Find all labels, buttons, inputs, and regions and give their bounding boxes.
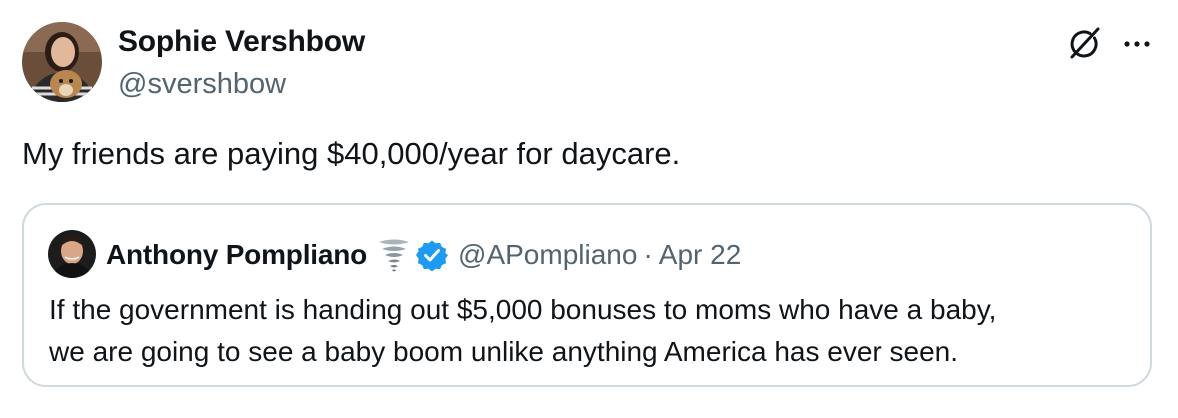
tweet-card[interactable]: Sophie Vershbow @svershbow My friends ar… bbox=[0, 0, 1178, 418]
quoted-tweet[interactable]: Anthony Pompliano @APompliano · Apr 22 I… bbox=[22, 203, 1152, 387]
quoted-author-handle[interactable]: @APompliano bbox=[458, 239, 637, 271]
more-options-icon[interactable] bbox=[1117, 24, 1157, 64]
tweet-text: My friends are paying $40,000/year for d… bbox=[22, 136, 681, 171]
quoted-text-line: If the government is handing out $5,000 … bbox=[49, 294, 997, 325]
author-name[interactable]: Sophie Vershbow bbox=[118, 25, 365, 59]
quoted-date[interactable]: Apr 22 bbox=[659, 239, 742, 271]
quoted-text-line: we are going to see a baby boom unlike a… bbox=[49, 336, 959, 367]
quoted-tweet-text: If the government is handing out $5,000 … bbox=[49, 289, 996, 373]
verified-badge-icon[interactable] bbox=[416, 239, 449, 272]
quoted-author-avatar[interactable] bbox=[48, 230, 96, 278]
quoted-header: Anthony Pompliano @APompliano · Apr 22 bbox=[106, 235, 741, 275]
grok-icon[interactable] bbox=[1064, 24, 1104, 64]
quoted-author-name[interactable]: Anthony Pompliano bbox=[106, 239, 367, 271]
tornado-emoji-icon bbox=[377, 237, 411, 273]
author-avatar[interactable] bbox=[22, 22, 102, 102]
quoted-separator: · bbox=[643, 239, 653, 270]
author-handle[interactable]: @svershbow bbox=[118, 68, 286, 101]
